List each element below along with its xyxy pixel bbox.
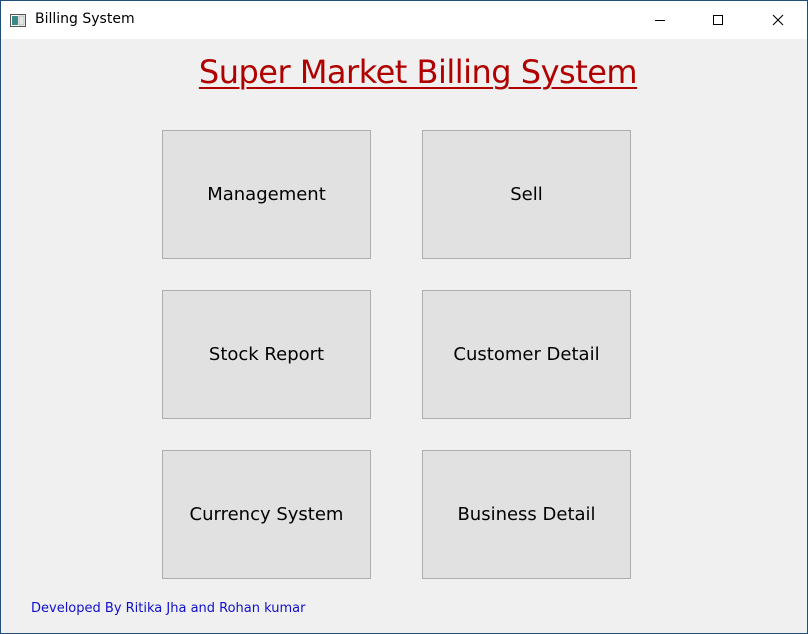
currency-system-button[interactable]: Currency System <box>162 450 371 579</box>
minimize-icon <box>654 11 666 30</box>
management-button[interactable]: Management <box>162 130 371 259</box>
stock-report-button[interactable]: Stock Report <box>162 290 371 419</box>
maximize-icon <box>712 11 724 30</box>
minimize-button[interactable] <box>631 1 689 39</box>
business-detail-button[interactable]: Business Detail <box>422 450 631 579</box>
sell-button[interactable]: Sell <box>422 130 631 259</box>
developer-credit: Developed By Ritika Jha and Rohan kumar <box>31 601 306 616</box>
window-title: Billing System <box>35 11 135 27</box>
maximize-button[interactable] <box>689 1 747 39</box>
close-icon <box>772 11 784 30</box>
title-bar[interactable]: Billing System <box>1 1 807 39</box>
app-window: Billing System Super Market Billing Syst… <box>0 0 808 634</box>
customer-detail-button[interactable]: Customer Detail <box>422 290 631 419</box>
close-button[interactable] <box>749 1 807 39</box>
client-area: Super Market Billing System Management S… <box>1 39 807 633</box>
page-title: Super Market Billing System <box>198 53 638 91</box>
app-icon <box>10 12 26 27</box>
